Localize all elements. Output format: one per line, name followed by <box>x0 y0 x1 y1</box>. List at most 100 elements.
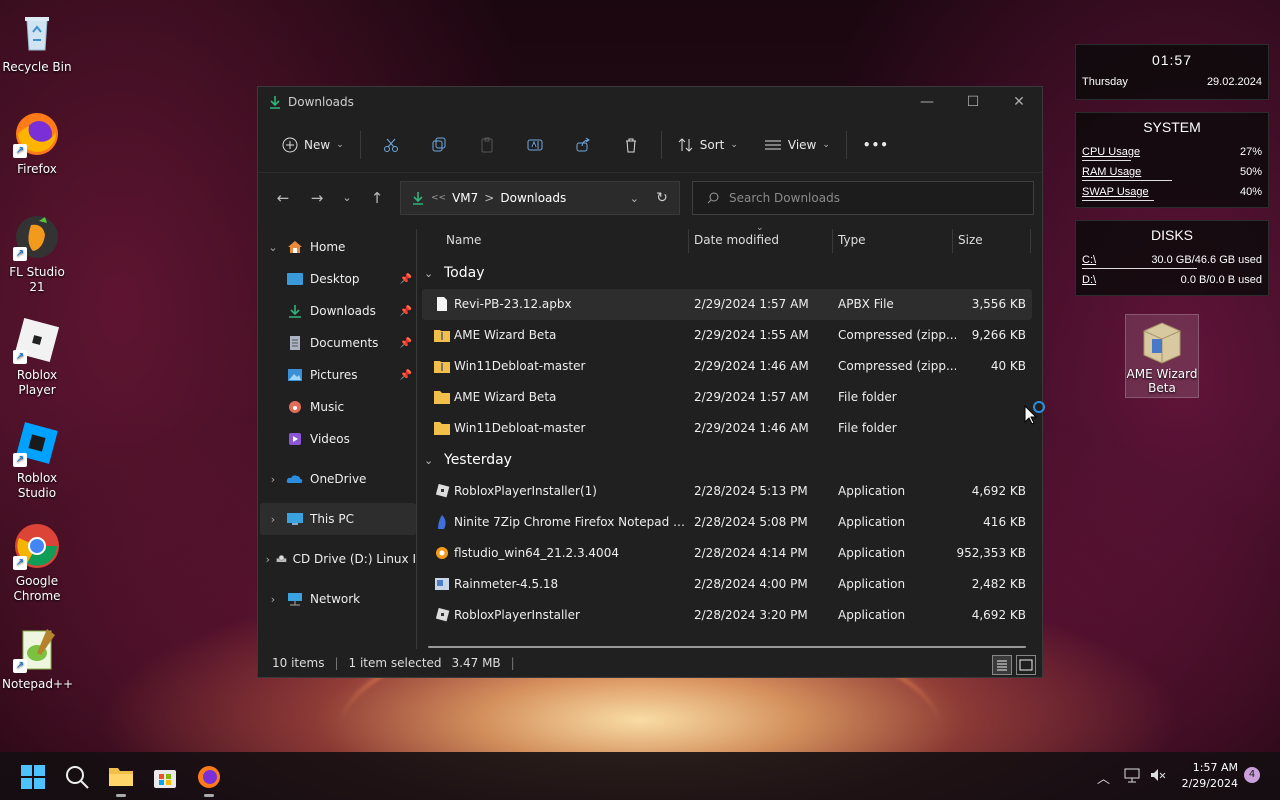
file-row[interactable]: Revi-PB-23.12.apbx 2/29/2024 1:57 AM APB… <box>422 289 1032 320</box>
sidebar-item-pictures[interactable]: Pictures 📌 <box>260 359 416 391</box>
taskbar-clock[interactable]: 1:57 AM 2/29/2024 <box>1176 760 1238 792</box>
volume-muted-icon[interactable] <box>1149 766 1167 788</box>
delete-button[interactable] <box>607 127 655 163</box>
file-row[interactable]: Rainmeter-4.5.18 2/28/2024 4:00 PM Appli… <box>422 569 1032 600</box>
column-divider[interactable] <box>688 229 689 253</box>
fl-studio-installer-icon <box>436 547 448 559</box>
tiles-view-button[interactable] <box>1016 655 1036 675</box>
column-header-date[interactable]: Date modified <box>694 233 779 247</box>
group-header-yesterday[interactable]: ⌄ Yesterday <box>422 444 1032 476</box>
zip-folder-icon <box>434 330 450 342</box>
disk-c-row: C:\ 30.0 GB/46.6 GB used <box>1076 251 1268 271</box>
desktop-icon-recycle-bin[interactable]: Recycle Bin <box>2 8 72 75</box>
zip-folder-icon <box>434 361 450 373</box>
breadcrumb-overflow[interactable]: << <box>431 193 446 203</box>
desktop-icon-roblox-player[interactable]: ↗ Roblox Player <box>2 316 72 398</box>
pin-icon[interactable]: 📌 <box>400 370 412 381</box>
sidebar-item-cd-drive[interactable]: › CD Drive (D:) Linux I <box>260 543 416 575</box>
more-options-button[interactable]: ••• <box>853 127 899 163</box>
sidebar-item-documents[interactable]: Documents 📌 <box>260 327 416 359</box>
desktop-icon-ame-wizard-beta[interactable]: AME Wizard Beta <box>1125 314 1199 398</box>
forward-button[interactable]: → <box>300 183 334 213</box>
shortcut-arrow-icon: ↗ <box>13 350 27 364</box>
chevron-right-icon[interactable]: › <box>260 513 286 526</box>
sidebar-item-network[interactable]: › Network <box>260 583 416 615</box>
new-button[interactable]: New ⌄ <box>272 127 354 163</box>
desktop-icon-roblox-studio[interactable]: ↗ Roblox Studio <box>2 419 72 501</box>
file-row[interactable]: Ninite 7Zip Chrome Firefox Notepad Inst.… <box>422 507 1032 538</box>
start-button[interactable] <box>20 764 46 790</box>
search-input[interactable] <box>729 191 1009 205</box>
pin-icon[interactable]: 📌 <box>400 338 412 349</box>
address-dropdown-icon[interactable]: ⌄ <box>630 192 639 205</box>
sidebar-item-videos[interactable]: Videos <box>260 423 416 455</box>
notification-badge[interactable]: 4 <box>1244 767 1260 783</box>
system-title: SYSTEM <box>1143 119 1201 135</box>
column-divider[interactable] <box>952 229 953 253</box>
column-header-size[interactable]: Size <box>958 233 983 247</box>
sidebar-item-desktop[interactable]: Desktop 📌 <box>260 263 416 295</box>
chevron-right-icon[interactable]: › <box>260 553 276 566</box>
breadcrumb-downloads[interactable]: Downloads <box>500 191 566 205</box>
desktop-icon-firefox[interactable]: ↗ Firefox <box>2 110 72 177</box>
address-bar[interactable]: << VM7 > Downloads ⌄ ↻ <box>400 181 680 215</box>
chevron-down-icon[interactable]: ⌄ <box>260 241 286 254</box>
title-bar[interactable]: Downloads — ☐ ✕ <box>258 87 1042 117</box>
file-row[interactable]: RobloxPlayerInstaller 2/28/2024 3:20 PM … <box>422 600 1032 631</box>
rename-button[interactable] <box>511 127 559 163</box>
sidebar-item-downloads[interactable]: Downloads 📌 <box>260 295 416 327</box>
column-header-type[interactable]: Type <box>838 233 866 247</box>
sidebar-item-music[interactable]: Music <box>260 391 416 423</box>
up-button[interactable]: ↑ <box>360 183 394 213</box>
desktop-icon-notepad-plus-plus[interactable]: ↗ Notepad++ <box>2 625 73 692</box>
chevron-right-icon[interactable]: › <box>260 593 286 606</box>
desktop-icon-google-chrome[interactable]: ↗ Google Chrome <box>2 522 72 604</box>
cut-button[interactable] <box>367 127 415 163</box>
file-explorer-taskbar-button[interactable] <box>108 764 134 797</box>
sidebar-item-home[interactable]: ⌄ Home <box>260 231 416 263</box>
network-status-icon[interactable] <box>1123 766 1141 788</box>
column-divider[interactable] <box>1030 229 1031 253</box>
column-divider[interactable] <box>832 229 833 253</box>
pin-icon[interactable]: 📌 <box>400 274 412 285</box>
sort-button[interactable]: Sort ⌄ <box>668 127 748 163</box>
back-button[interactable]: ← <box>266 183 300 213</box>
desktop-icon-fl-studio[interactable]: ↗ FL Studio 21 <box>2 213 72 295</box>
file-row[interactable]: Win11Debloat-master 2/29/2024 1:46 AM Fi… <box>422 413 1032 444</box>
view-button[interactable]: View ⌄ <box>754 127 840 163</box>
maximize-button[interactable]: ☐ <box>950 87 996 117</box>
shortcut-arrow-icon: ↗ <box>13 247 27 261</box>
share-button[interactable] <box>559 127 607 163</box>
file-row[interactable]: RobloxPlayerInstaller(1) 2/28/2024 5:13 … <box>422 476 1032 507</box>
file-row[interactable]: Win11Debloat-master 2/29/2024 1:46 AM Co… <box>422 351 1032 382</box>
column-header-name[interactable]: Name <box>446 233 481 247</box>
clock-widget: 01:57 Thursday 29.02.2024 <box>1075 44 1269 100</box>
window-title: Downloads <box>288 95 354 109</box>
search-box[interactable] <box>692 181 1034 215</box>
paste-button[interactable] <box>463 127 511 163</box>
chevron-down-icon[interactable]: ⌄ <box>424 454 440 467</box>
close-button[interactable]: ✕ <box>996 87 1042 117</box>
sidebar-item-this-pc[interactable]: › This PC <box>260 503 416 535</box>
chevron-right-icon[interactable]: › <box>260 473 286 486</box>
recent-locations-button[interactable]: ⌄ <box>334 183 360 213</box>
details-view-button[interactable] <box>992 655 1012 675</box>
file-row[interactable]: flstudio_win64_21.2.3.4004 2/28/2024 4:1… <box>422 538 1032 569</box>
group-header-today[interactable]: ⌄ Today <box>422 257 1032 289</box>
search-taskbar-button[interactable] <box>64 764 90 790</box>
sidebar-item-onedrive[interactable]: › OneDrive <box>260 463 416 495</box>
horizontal-scrollbar[interactable] <box>428 646 1026 648</box>
file-row[interactable]: AME Wizard Beta 2/29/2024 1:55 AM Compre… <box>422 320 1032 351</box>
firefox-taskbar-button[interactable] <box>196 764 222 797</box>
minimize-button[interactable]: — <box>904 87 950 117</box>
breadcrumb-vm7[interactable]: VM7 <box>452 191 478 205</box>
store-taskbar-button[interactable] <box>152 764 178 790</box>
pane-splitter[interactable] <box>416 229 417 649</box>
chevron-down-icon[interactable]: ⌄ <box>424 267 440 280</box>
file-row[interactable]: AME Wizard Beta 2/29/2024 1:57 AM File f… <box>422 382 1032 413</box>
share-icon <box>576 137 590 151</box>
copy-button[interactable] <box>415 127 463 163</box>
show-hidden-icons-button[interactable]: ︿ <box>1097 768 1110 787</box>
pin-icon[interactable]: 📌 <box>400 306 412 317</box>
refresh-icon[interactable]: ↻ <box>645 190 679 206</box>
